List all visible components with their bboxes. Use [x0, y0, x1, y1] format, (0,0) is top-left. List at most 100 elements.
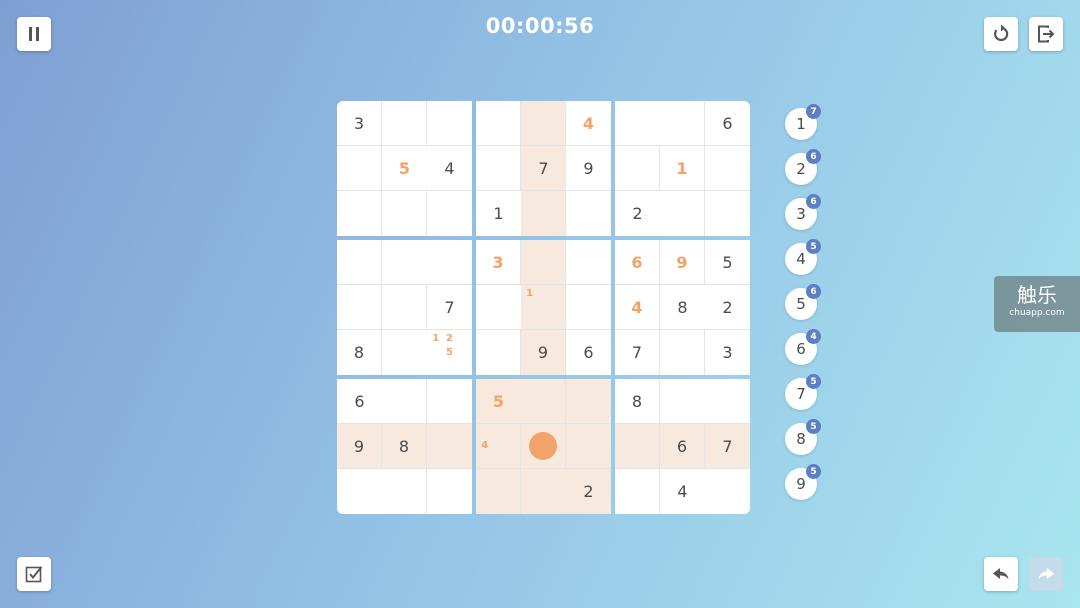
- board-cell[interactable]: [521, 101, 566, 146]
- board-cell[interactable]: [521, 240, 566, 285]
- board-cell[interactable]: [337, 191, 382, 236]
- note-digit: [478, 426, 491, 439]
- number-pad-key[interactable]: 85: [785, 419, 821, 455]
- restart-button[interactable]: [984, 17, 1018, 51]
- board-cell[interactable]: [566, 240, 611, 285]
- board-cell[interactable]: 5: [705, 240, 750, 285]
- board-cell[interactable]: 4: [566, 101, 611, 146]
- board-cell[interactable]: [705, 146, 750, 191]
- board-cell[interactable]: [382, 330, 427, 375]
- board-cell[interactable]: 6: [566, 330, 611, 375]
- board-cell[interactable]: 4: [427, 146, 472, 191]
- redo-button[interactable]: [1029, 557, 1063, 591]
- board-cell[interactable]: [566, 191, 611, 236]
- board-cell[interactable]: [476, 330, 521, 375]
- undo-button[interactable]: [984, 557, 1018, 591]
- board-cell[interactable]: [566, 379, 611, 424]
- board-cell[interactable]: [382, 285, 427, 330]
- board-cell[interactable]: [615, 424, 660, 469]
- board-cell[interactable]: [521, 379, 566, 424]
- board-cell[interactable]: 2: [615, 191, 660, 236]
- board-cell[interactable]: [427, 424, 472, 469]
- board-cell[interactable]: [337, 469, 382, 514]
- board-cell[interactable]: 3: [705, 330, 750, 375]
- board-cell[interactable]: [615, 101, 660, 146]
- board-cell[interactable]: [521, 191, 566, 236]
- board-cell[interactable]: 9: [566, 146, 611, 191]
- board-cell[interactable]: [382, 240, 427, 285]
- board-cell[interactable]: [427, 101, 472, 146]
- board-cell[interactable]: 7: [615, 330, 660, 375]
- board-cell[interactable]: 9: [521, 330, 566, 375]
- board-cell[interactable]: 6: [615, 240, 660, 285]
- board-cell[interactable]: 2: [705, 285, 750, 330]
- number-pad-key[interactable]: 95: [785, 464, 821, 500]
- user-digit: 3: [492, 252, 504, 272]
- remaining-count-badge: 5: [806, 464, 821, 479]
- board-cell[interactable]: [476, 285, 521, 330]
- board-cell[interactable]: 8: [337, 330, 382, 375]
- board-cell[interactable]: [660, 191, 705, 236]
- board-cell[interactable]: [615, 146, 660, 191]
- board-cell[interactable]: 125: [427, 330, 472, 375]
- board-cell[interactable]: 6: [660, 424, 705, 469]
- board-cell[interactable]: [521, 424, 566, 469]
- board-cell[interactable]: 5: [476, 379, 521, 424]
- board-cell[interactable]: 5: [382, 146, 427, 191]
- board-cell[interactable]: [382, 469, 427, 514]
- board-cell[interactable]: [427, 240, 472, 285]
- board-cell[interactable]: 7: [521, 146, 566, 191]
- board-cell[interactable]: 2: [566, 469, 611, 514]
- board-cell[interactable]: [427, 191, 472, 236]
- board-cell[interactable]: 7: [705, 424, 750, 469]
- number-pad-key[interactable]: 56: [785, 284, 821, 320]
- board-cell[interactable]: 7: [427, 285, 472, 330]
- board-cell[interactable]: [660, 330, 705, 375]
- check-button[interactable]: [17, 557, 51, 591]
- board-cell[interactable]: 9: [660, 240, 705, 285]
- board-cell[interactable]: [427, 379, 472, 424]
- board-cell[interactable]: 1: [660, 146, 705, 191]
- board-cell[interactable]: 3: [476, 240, 521, 285]
- board-cell[interactable]: 9: [337, 424, 382, 469]
- board-cell[interactable]: 8: [660, 285, 705, 330]
- board-cell[interactable]: 4: [615, 285, 660, 330]
- board-cell[interactable]: 3: [337, 101, 382, 146]
- board-cell[interactable]: [337, 240, 382, 285]
- board-cell[interactable]: [566, 424, 611, 469]
- board-cell[interactable]: 1: [521, 285, 566, 330]
- board-cell[interactable]: [427, 469, 472, 514]
- board-cell[interactable]: [382, 101, 427, 146]
- board-cell[interactable]: [615, 469, 660, 514]
- board-cell[interactable]: [382, 379, 427, 424]
- board-cell[interactable]: 1: [476, 191, 521, 236]
- board-cell[interactable]: [660, 379, 705, 424]
- board-cell[interactable]: [566, 285, 611, 330]
- board-cell[interactable]: [476, 101, 521, 146]
- number-pad-key[interactable]: 64: [785, 329, 821, 365]
- board-cell[interactable]: [476, 146, 521, 191]
- board-cell[interactable]: 4: [476, 424, 521, 469]
- board-cell[interactable]: [337, 146, 382, 191]
- board-cell[interactable]: [476, 469, 521, 514]
- board-cell[interactable]: [382, 191, 427, 236]
- check-icon: [25, 566, 43, 583]
- board-cell[interactable]: 8: [615, 379, 660, 424]
- number-pad-key[interactable]: 36: [785, 194, 821, 230]
- board-cell[interactable]: [705, 469, 750, 514]
- number-pad-key[interactable]: 45: [785, 239, 821, 275]
- exit-button[interactable]: [1029, 17, 1063, 51]
- board-cell[interactable]: [337, 285, 382, 330]
- board-cell[interactable]: [705, 191, 750, 236]
- number-pad-key[interactable]: 75: [785, 374, 821, 410]
- board-cell[interactable]: 4: [660, 469, 705, 514]
- board-cell[interactable]: [521, 469, 566, 514]
- board-cell[interactable]: 6: [705, 101, 750, 146]
- board-cell[interactable]: 8: [382, 424, 427, 469]
- board-cell[interactable]: [705, 379, 750, 424]
- number-pad-key[interactable]: 17: [785, 104, 821, 140]
- number-pad-key[interactable]: 26: [785, 149, 821, 185]
- board-cell[interactable]: 6: [337, 379, 382, 424]
- user-digit: 5: [398, 158, 411, 178]
- board-cell[interactable]: [660, 101, 705, 146]
